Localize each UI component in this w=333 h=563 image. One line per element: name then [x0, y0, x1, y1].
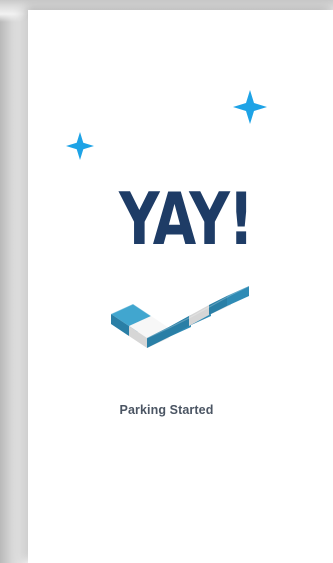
status-message: Parking Started: [119, 403, 214, 417]
headline: YAY!: [119, 177, 254, 261]
sparkle-icon: [233, 90, 267, 124]
parking-success-screen: YAY! Parking Started: [0, 0, 333, 563]
checkmark-icon: [110, 285, 250, 348]
sparkle-icon: [66, 132, 94, 160]
